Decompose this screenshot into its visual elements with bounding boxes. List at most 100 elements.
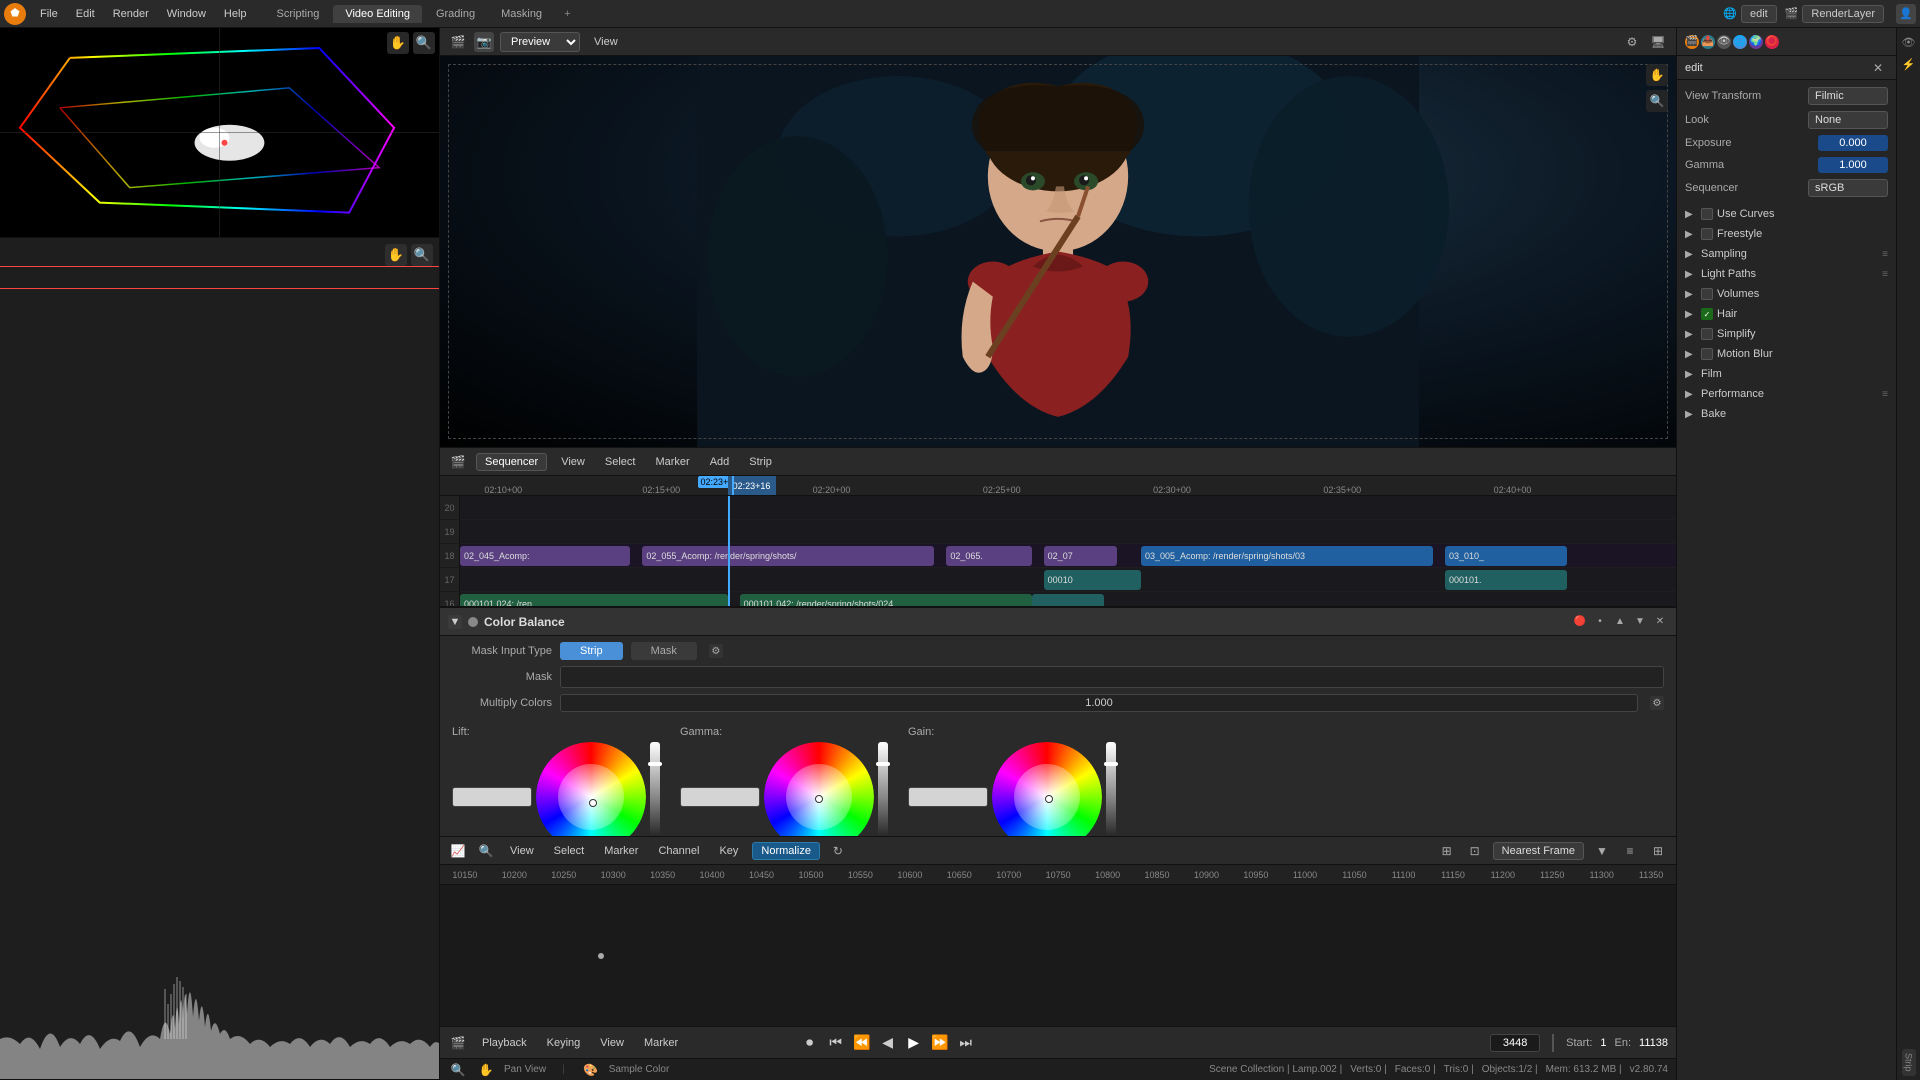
graph-ruler[interactable]: 10150 10200 10250 10300 10350 10400 1045… — [440, 865, 1676, 885]
menu-window[interactable]: Window — [159, 6, 214, 22]
cb-dot1-icon[interactable]: • — [1592, 614, 1608, 630]
engine-selector[interactable]: edit — [1741, 5, 1777, 23]
cb-close-btn[interactable]: ✕ — [1652, 614, 1668, 630]
track-row-18[interactable]: 02_045_Acomp: 02_055_Acomp: /render/spri… — [460, 544, 1676, 568]
section-use-curves[interactable]: ▶ Use Curves — [1677, 204, 1896, 224]
playback-record-btn[interactable]: ⏺ — [799, 1032, 821, 1054]
lift-color-wheel[interactable] — [536, 742, 646, 836]
render-layer-selector[interactable]: RenderLayer — [1802, 5, 1884, 23]
section-bake[interactable]: ▶ Bake — [1677, 404, 1896, 424]
audio-zoom-btn[interactable]: 🔍 — [411, 244, 433, 266]
cb-down-icon[interactable]: ▼ — [1632, 614, 1648, 630]
exposure-value[interactable]: 0.000 — [1818, 135, 1888, 151]
gamma-wheel-slider[interactable] — [878, 742, 888, 836]
tab-scripting[interactable]: Scripting — [265, 5, 332, 23]
add-workspace-tab[interactable]: + — [556, 5, 578, 23]
gamma-input-field[interactable] — [680, 787, 760, 807]
playback-editor-icon[interactable]: 🎬 — [448, 1033, 468, 1053]
world-icon[interactable]: 🌍 — [1749, 35, 1763, 49]
graph-filter-icon[interactable]: ⊡ — [1465, 841, 1485, 861]
mask-strip-btn[interactable]: Strip — [560, 642, 623, 660]
playback-menu[interactable]: Playback — [476, 1035, 533, 1051]
graph-menu-marker[interactable]: Marker — [598, 843, 644, 859]
keying-menu[interactable]: Keying — [541, 1035, 587, 1051]
playback-back-btn[interactable]: ◀ — [877, 1032, 899, 1054]
mask-settings-icon[interactable]: ⚙ — [709, 644, 723, 658]
mask-mask-btn[interactable]: Mask — [631, 642, 697, 660]
seq-editor-type[interactable]: 🎬 — [448, 452, 468, 472]
use-curves-check[interactable] — [1701, 208, 1713, 220]
gamma-slider-handle[interactable] — [876, 762, 890, 766]
simplify-check[interactable] — [1701, 328, 1713, 340]
section-performance[interactable]: ▶ Performance ≡ — [1677, 384, 1896, 404]
section-light-paths[interactable]: ▶ Light Paths ≡ — [1677, 264, 1896, 284]
statusbar-sample-icon[interactable]: 🎨 — [581, 1060, 601, 1080]
right-panel-close[interactable]: ✕ — [1868, 58, 1888, 78]
volumes-check[interactable] — [1701, 288, 1713, 300]
clip-18-2[interactable]: 02_055_Acomp: /render/spring/shots/ — [642, 546, 934, 566]
seq-menu-view[interactable]: View — [555, 454, 591, 470]
gain-color-wheel[interactable] — [992, 742, 1102, 836]
menu-file[interactable]: File — [32, 6, 66, 22]
preview-display-icon[interactable]: 🖥 — [1648, 32, 1668, 52]
section-volumes[interactable]: ▶ Volumes — [1677, 284, 1896, 304]
user-icon[interactable]: 👤 — [1896, 4, 1916, 24]
blender-logo[interactable]: ⬟ — [4, 3, 26, 25]
tab-masking[interactable]: Masking — [489, 5, 554, 23]
clip-18-5[interactable]: 03_005_Acomp: /render/spring/shots/03 — [1141, 546, 1433, 566]
lift-wheel-slider[interactable] — [650, 742, 660, 836]
section-freestyle[interactable]: ▶ Freestyle — [1677, 224, 1896, 244]
preview-camera-icon[interactable]: 📷 — [474, 32, 494, 52]
clip-18-6[interactable]: 03_010_ — [1445, 546, 1567, 566]
audio-hand-btn[interactable]: ✋ — [385, 244, 407, 266]
graph-content[interactable] — [440, 885, 1676, 1026]
graph-menu-key[interactable]: Key — [713, 843, 744, 859]
seq-menu-add[interactable]: Add — [704, 454, 736, 470]
graph-settings-icon[interactable]: ≡ — [1620, 841, 1640, 861]
preview-view-menu[interactable]: View — [586, 34, 626, 50]
graph-menu-channel[interactable]: Channel — [652, 843, 705, 859]
graph-right-icon[interactable]: ▼ — [1592, 841, 1612, 861]
gain-slider-handle[interactable] — [1104, 762, 1118, 766]
playback-step-back-btn[interactable]: ⏪ — [851, 1032, 873, 1054]
section-film[interactable]: ▶ Film — [1677, 364, 1896, 384]
hair-check[interactable]: ✓ — [1701, 308, 1713, 320]
seq-menu-select[interactable]: Select — [599, 454, 642, 470]
cb-collapse-btn[interactable]: ▼ — [448, 615, 462, 629]
object-icon[interactable]: ⭕ — [1765, 35, 1779, 49]
gain-wheel-slider[interactable] — [1106, 742, 1116, 836]
cb-up-icon[interactable]: ▲ — [1612, 614, 1628, 630]
track-row-17[interactable]: 00010 000101. — [460, 568, 1676, 592]
preview-zoom-icon[interactable]: 🔍 — [1646, 90, 1668, 112]
menu-help[interactable]: Help — [216, 6, 255, 22]
graph-search-icon[interactable]: 🔍 — [476, 841, 496, 861]
lift-wheel-cursor[interactable] — [589, 799, 597, 807]
tab-video-editing[interactable]: Video Editing — [333, 5, 422, 23]
gamma-wheel-cursor[interactable] — [815, 795, 823, 803]
playback-jump-end-btn[interactable]: ⏭ — [955, 1032, 977, 1054]
playback-step-fwd-btn[interactable]: ⏩ — [929, 1032, 951, 1054]
cb-pin-icon[interactable]: 🔴 — [1572, 614, 1588, 630]
nearest-frame-select[interactable]: Nearest Frame — [1493, 842, 1584, 860]
gamma-prop-value[interactable]: 1.000 — [1818, 157, 1888, 173]
graph-editor-type[interactable]: 📈 — [448, 841, 468, 861]
playback-view-menu[interactable]: View — [594, 1035, 630, 1051]
playback-marker-menu[interactable]: Marker — [638, 1035, 684, 1051]
mask-input[interactable] — [560, 666, 1664, 688]
end-value[interactable]: 11138 — [1639, 1037, 1668, 1049]
statusbar-magnify-icon[interactable]: 🔍 — [448, 1060, 468, 1080]
strip-vertical-tab[interactable]: Strip — [1902, 1049, 1916, 1076]
graph-fullscreen-icon[interactable]: ⊞ — [1648, 841, 1668, 861]
view-transform-value[interactable]: Filmic — [1808, 87, 1888, 105]
motion-blur-check[interactable] — [1701, 348, 1713, 360]
clip-18-1[interactable]: 02_045_Acomp: — [460, 546, 630, 566]
playback-play-btn[interactable]: ▶ — [903, 1032, 925, 1054]
gamma-color-wheel[interactable] — [764, 742, 874, 836]
seq-ruler[interactable]: 02:23+16 02:10+00 02:15+00 02:20+00 02:2… — [440, 476, 1676, 496]
output-icon[interactable]: 📤 — [1701, 35, 1715, 49]
section-motion-blur[interactable]: ▶ Motion Blur — [1677, 344, 1896, 364]
clip-18-4[interactable]: 02_07 — [1044, 546, 1117, 566]
preview-editor-type[interactable]: 🎬 — [448, 32, 468, 52]
menu-render[interactable]: Render — [105, 6, 157, 22]
preview-mode-select[interactable]: Preview — [500, 32, 580, 52]
